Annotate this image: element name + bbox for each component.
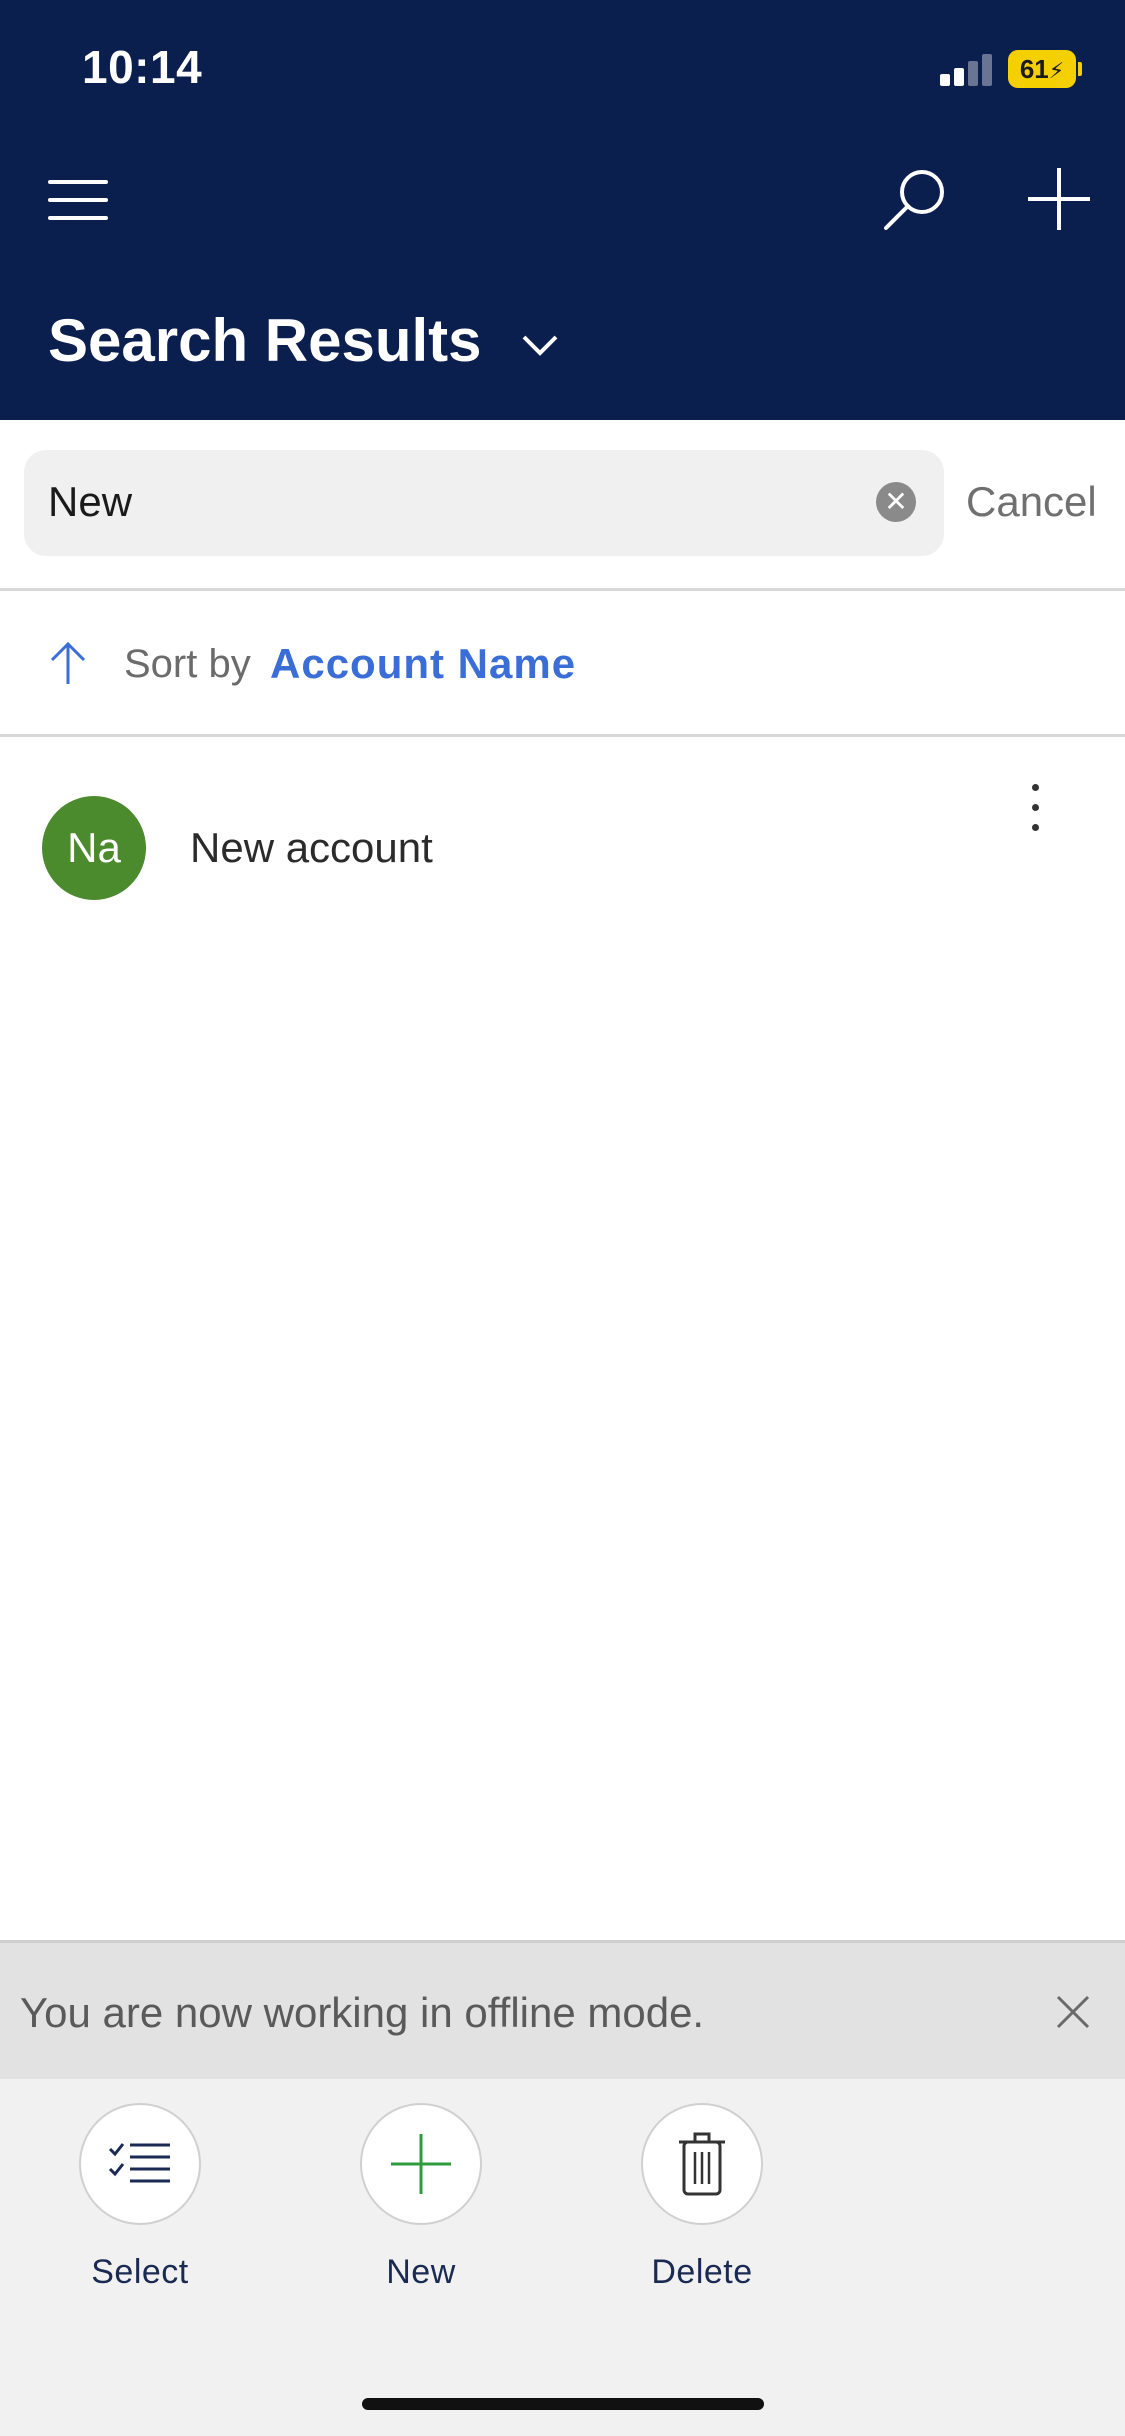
home-indicator[interactable] [362, 2398, 764, 2410]
app-header: 10:14 61⚡ Search Results [0, 0, 1125, 420]
battery-level: 61 [1019, 54, 1049, 84]
delete-button[interactable]: Delete [622, 2103, 782, 2292]
search-input-value: New [48, 478, 133, 525]
sort-field-button[interactable]: Account Name [270, 640, 576, 688]
select-button[interactable]: Select [60, 2103, 220, 2292]
view-selector[interactable]: Search Results [48, 306, 560, 375]
close-icon[interactable] [1050, 1989, 1096, 2035]
new-button-circle [360, 2103, 482, 2225]
page-title: Search Results [48, 307, 482, 374]
plus-icon[interactable] [1026, 166, 1092, 232]
new-label: New [386, 2253, 456, 2291]
command-bar: Select New Delete [0, 2079, 1125, 2436]
select-label: Select [91, 2253, 189, 2291]
plus-icon [391, 2134, 451, 2194]
delete-label: Delete [651, 2253, 753, 2291]
chevron-down-icon [522, 335, 558, 356]
hamburger-menu-icon[interactable] [48, 180, 108, 220]
divider [0, 588, 1125, 591]
sort-ascending-icon[interactable] [48, 640, 88, 686]
delete-button-circle [641, 2103, 763, 2225]
trash-icon [679, 2132, 725, 2196]
divider [0, 734, 1125, 737]
status-time: 10:14 [82, 41, 203, 93]
clear-search-icon[interactable]: ✕ [876, 482, 916, 522]
banner-message: You are now working in offline mode. [20, 1989, 705, 2036]
checklist-icon [108, 2143, 170, 2183]
search-icon[interactable] [880, 164, 950, 234]
new-button[interactable]: New [341, 2103, 501, 2292]
record-name: New account [190, 824, 433, 871]
more-options-icon[interactable] [1020, 780, 1050, 840]
signal-icon [940, 54, 992, 86]
offline-banner: You are now working in offline mode. [0, 1940, 1125, 2079]
cancel-button[interactable]: Cancel [966, 478, 1097, 526]
select-button-circle [79, 2103, 201, 2225]
search-input[interactable]: New ✕ [24, 450, 944, 556]
avatar: Na [42, 796, 146, 900]
battery-icon: 61⚡ [1008, 50, 1082, 88]
sort-label: Sort by [124, 642, 251, 686]
